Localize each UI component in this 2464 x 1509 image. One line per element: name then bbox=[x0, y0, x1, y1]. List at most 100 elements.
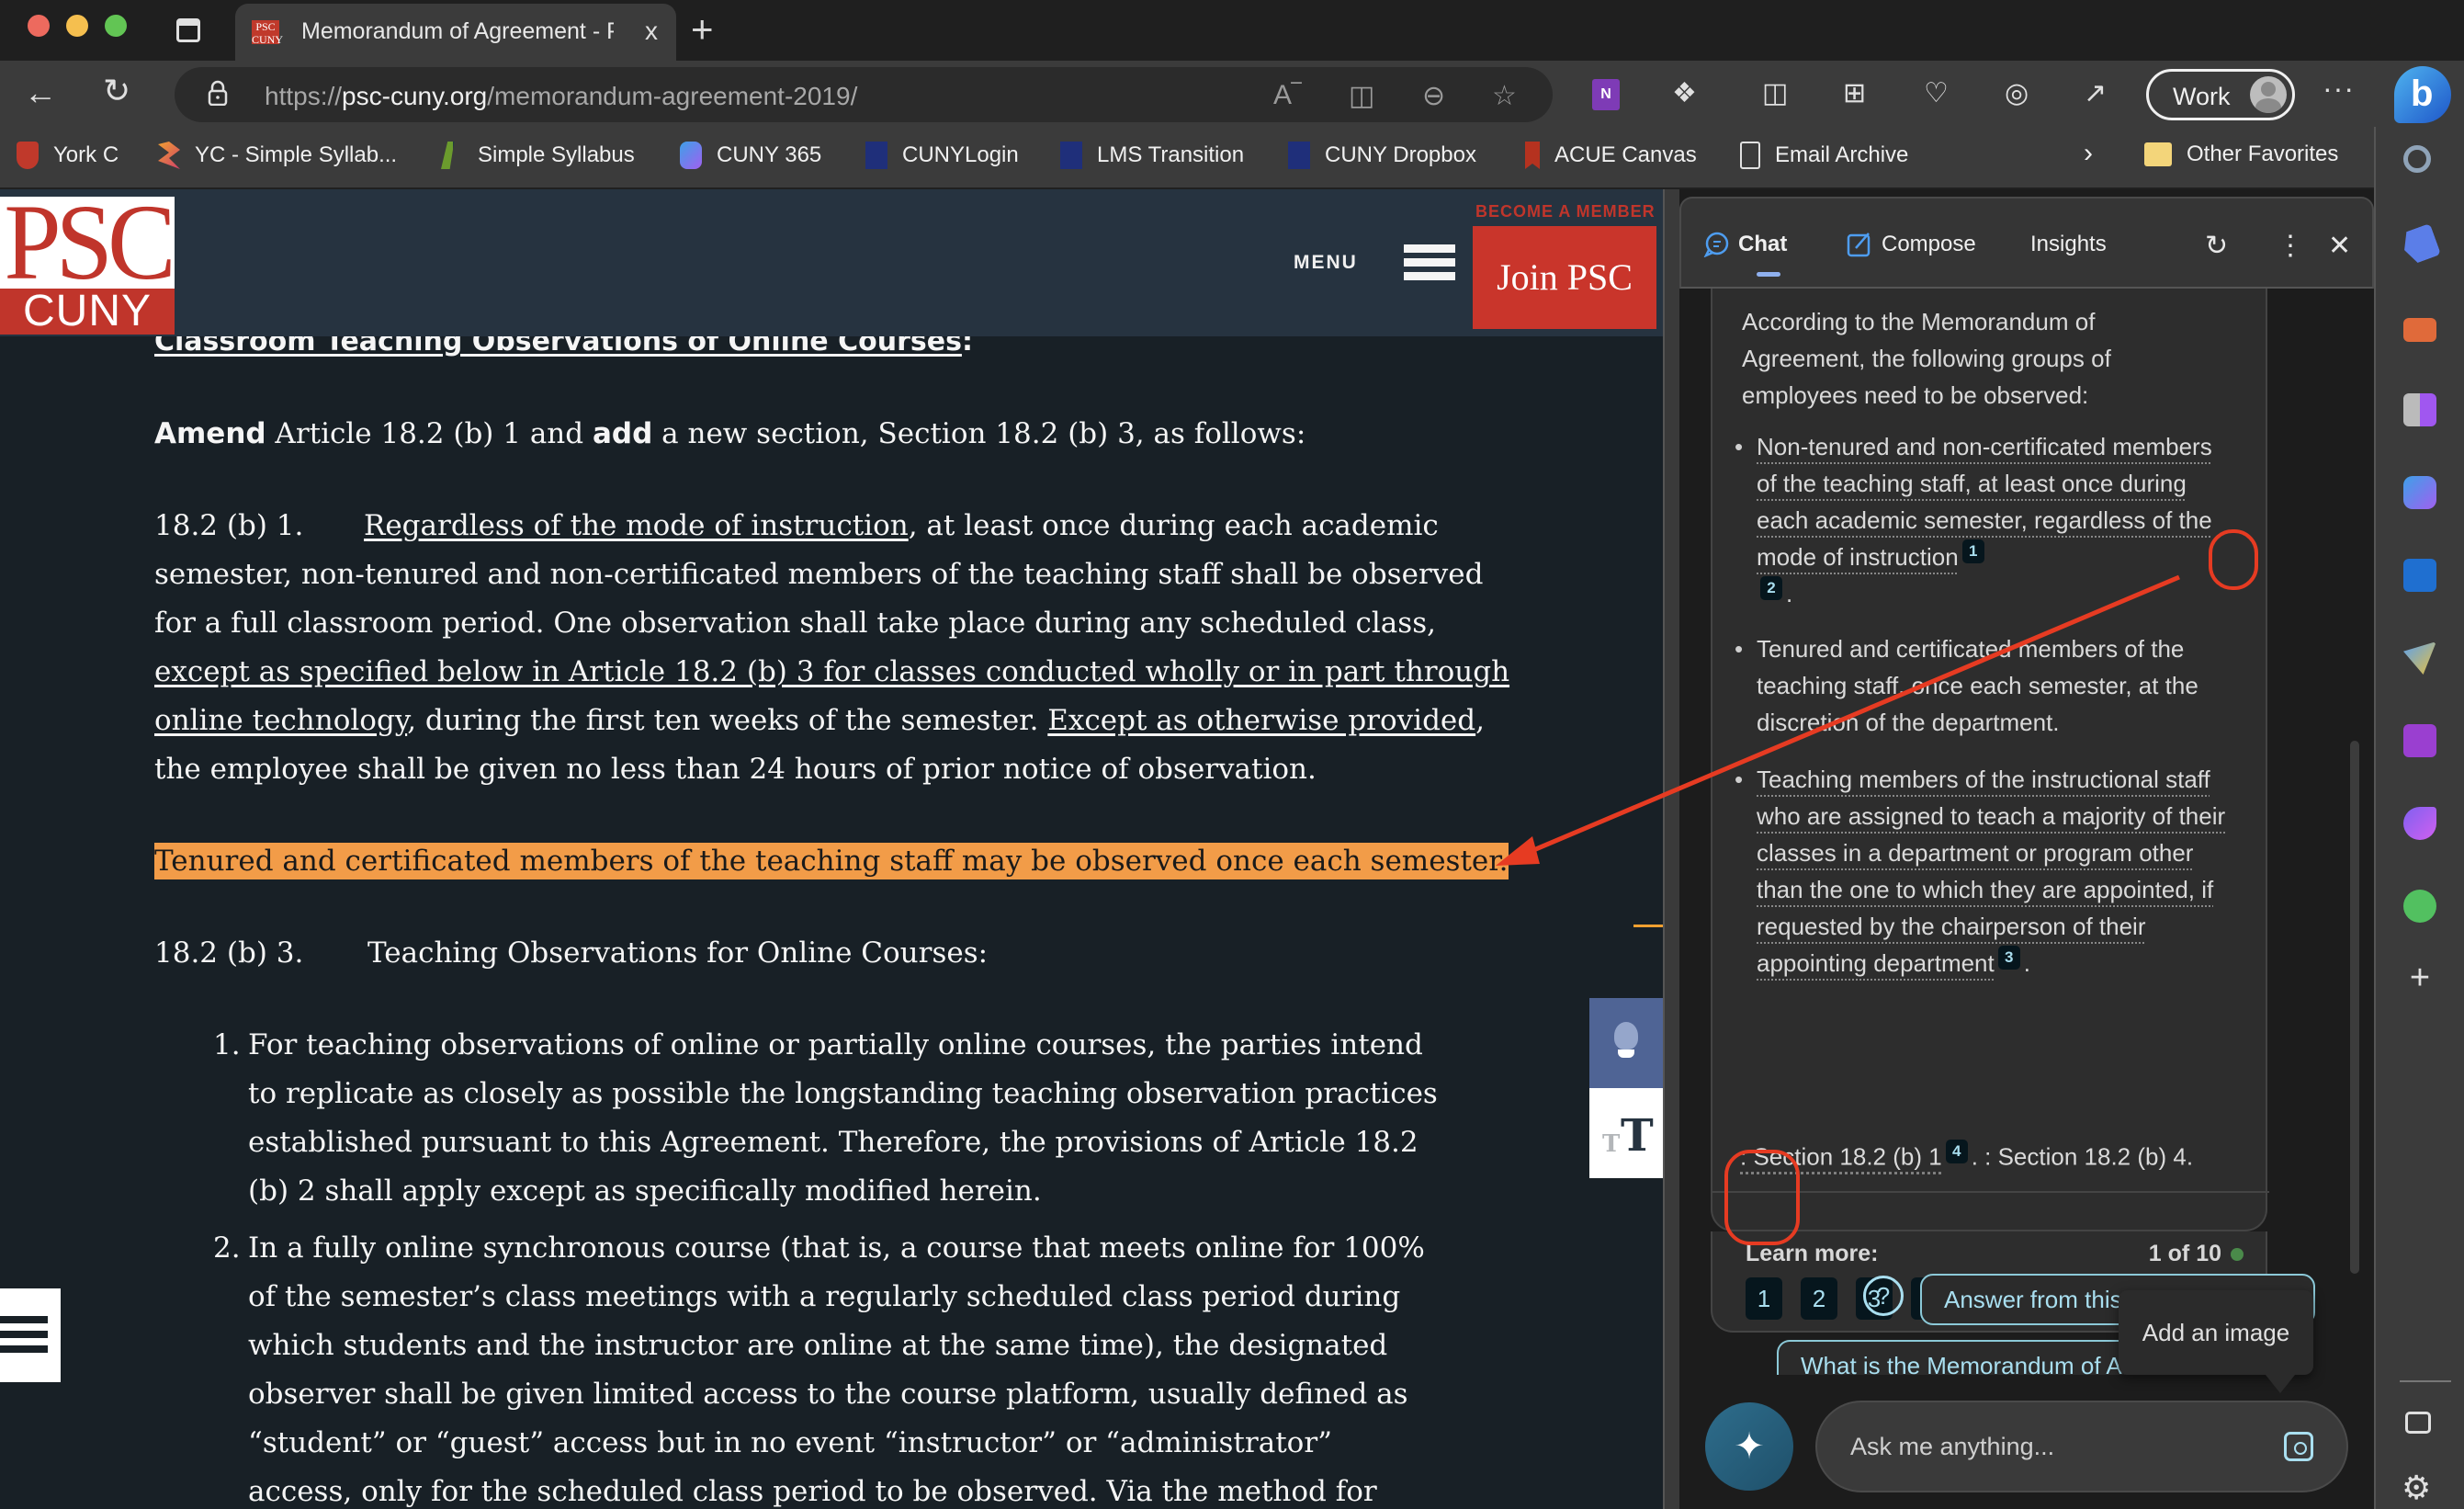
bookmark-simple-syllabus[interactable]: Simple Syllabus bbox=[441, 142, 635, 169]
tab-chat[interactable]: Chat bbox=[1703, 232, 1787, 257]
bookmark-lms-transition[interactable]: LMS Transition bbox=[1060, 142, 1244, 169]
share-icon[interactable]: ↗ bbox=[2084, 77, 2107, 109]
search-icon[interactable] bbox=[2403, 145, 2431, 173]
bookmark-york-c[interactable]: York C bbox=[17, 142, 119, 169]
microsoft-365-icon[interactable] bbox=[2403, 476, 2436, 509]
browser-tab[interactable]: PSC CUNY Memorandum of Agreement - P x bbox=[235, 4, 676, 61]
menu-label[interactable]: MENU bbox=[1294, 252, 1358, 274]
bookmark-other-favorites[interactable]: Other Favorites bbox=[2144, 142, 2338, 167]
favorite-star-icon[interactable]: ☆ bbox=[1492, 80, 1517, 112]
chat-input-box[interactable] bbox=[1815, 1401, 2348, 1492]
bookmark-cuny-dropbox[interactable]: CUNY Dropbox bbox=[1288, 142, 1476, 169]
list-item-line: to replicate as closely as possible the … bbox=[248, 1077, 1438, 1110]
bing-copilot-button[interactable]: b bbox=[2394, 66, 2451, 123]
back-icon[interactable]: ← bbox=[24, 74, 57, 112]
tab-compose[interactable]: Compose bbox=[1847, 232, 1976, 257]
list-item-line: access, only for the scheduled class per… bbox=[248, 1475, 1377, 1508]
chat-scrollbar[interactable] bbox=[2350, 741, 2359, 1274]
simple-syllabus-icon bbox=[441, 142, 455, 169]
vertical-tabs-icon[interactable] bbox=[176, 18, 200, 42]
immersive-reader-icon[interactable]: ◫ bbox=[1349, 80, 1374, 112]
minimize-window-button[interactable] bbox=[66, 15, 88, 37]
split-screen-icon[interactable]: ◫ bbox=[1762, 77, 1788, 109]
divider bbox=[1712, 1191, 2269, 1193]
bookmark-yc-simple-syllabus[interactable]: YC - Simple Syllab... bbox=[158, 142, 397, 169]
collections-icon[interactable]: ⊞ bbox=[1843, 77, 1866, 109]
extensions-icon[interactable]: ❖ bbox=[1672, 77, 1697, 109]
tab-strip: PSC CUNY Memorandum of Agreement - P x + bbox=[0, 0, 2464, 61]
profile-button[interactable]: Work bbox=[2146, 69, 2295, 120]
lightbulb-base bbox=[1618, 1049, 1634, 1058]
tab-insights[interactable]: Insights bbox=[2030, 232, 2107, 257]
source-button-2[interactable]: 2 bbox=[1801, 1277, 1837, 1320]
onenote-icon[interactable] bbox=[2403, 724, 2436, 757]
table-of-contents-button[interactable] bbox=[0, 1288, 61, 1382]
section-line: the employee shall be given no less than… bbox=[154, 753, 1317, 786]
citation-4[interactable]: 4 bbox=[1945, 1140, 1968, 1163]
section-title: Teaching Observations for Online Courses… bbox=[367, 936, 989, 970]
answer-bullet: Teaching members of the instructional st… bbox=[1735, 761, 2234, 981]
bookmark-acue-canvas[interactable]: ACUE Canvas bbox=[1525, 142, 1697, 169]
designer-icon[interactable] bbox=[2403, 807, 2436, 840]
citation-2[interactable]: 2 bbox=[1760, 576, 1782, 601]
outlook-icon[interactable] bbox=[2403, 559, 2436, 592]
close-window-button[interactable] bbox=[28, 15, 50, 37]
citation-3[interactable]: 3 bbox=[1997, 946, 2020, 970]
settings-gear-icon[interactable]: ⚙ bbox=[2402, 1469, 2431, 1507]
hamburger-menu-icon[interactable] bbox=[1404, 244, 1455, 281]
maximize-window-button[interactable] bbox=[105, 15, 127, 37]
refresh-icon[interactable]: ↻ bbox=[2205, 230, 2228, 262]
list-item-line: For teaching observations of online or p… bbox=[248, 1028, 1423, 1061]
learn-more-label: Learn more: bbox=[1746, 1241, 1879, 1266]
scroll-marker bbox=[1633, 925, 1663, 927]
new-topic-broom-button[interactable]: ✦ bbox=[1705, 1402, 1793, 1491]
bookmark-email-archive[interactable]: Email Archive bbox=[1740, 142, 1908, 169]
chat-input[interactable] bbox=[1850, 1426, 2255, 1467]
bookmark-cunylogin[interactable]: CUNYLogin bbox=[865, 142, 1019, 169]
cuny-icon bbox=[865, 142, 887, 169]
bookmarks-overflow-chevron-icon[interactable]: › bbox=[2084, 138, 2093, 169]
browser-essentials-icon[interactable]: ♡ bbox=[1924, 77, 1949, 109]
text-size-button[interactable]: TT bbox=[1589, 1088, 1663, 1178]
address-bar[interactable]: https://psc-cuny.org/memorandum-agreemen… bbox=[175, 67, 1553, 122]
sidebar-resize-handle[interactable] bbox=[1663, 189, 1679, 1509]
hide-sidebar-icon[interactable] bbox=[2405, 1412, 2431, 1434]
accessibility-tools: TT bbox=[1589, 998, 1663, 1178]
rail-divider bbox=[2400, 1380, 2451, 1382]
more-vertical-icon[interactable]: ⋮ bbox=[2277, 230, 2304, 262]
folder-icon bbox=[2144, 142, 2172, 166]
lightbulb-icon bbox=[1614, 1022, 1638, 1049]
section-line: online technology, during the first ten … bbox=[154, 704, 1485, 737]
lock-icon[interactable] bbox=[208, 80, 228, 106]
tips-button[interactable] bbox=[1589, 998, 1663, 1088]
new-tab-button[interactable]: + bbox=[691, 7, 714, 51]
screenshot-icon[interactable]: ◎ bbox=[2005, 77, 2029, 109]
onenote-extension-icon[interactable]: N bbox=[1592, 79, 1620, 110]
question-bubble-icon: ? bbox=[1863, 1276, 1904, 1316]
site-header: PSC CUNY BECOME A MEMBER MENU Join PSC bbox=[0, 189, 1663, 336]
refresh-icon[interactable]: ↻ bbox=[103, 72, 130, 110]
list-item-line: observer shall be given limited access t… bbox=[248, 1378, 1408, 1411]
become-member-link[interactable]: BECOME A MEMBER bbox=[1475, 202, 1656, 221]
source-button-1[interactable]: 1 bbox=[1746, 1277, 1782, 1320]
bookmark-cuny-365[interactable]: CUNY 365 bbox=[680, 142, 821, 169]
url-text[interactable]: https://psc-cuny.org/memorandum-agreemen… bbox=[265, 82, 857, 111]
simple-syllabus-yc-icon bbox=[158, 142, 180, 169]
games-icon[interactable] bbox=[2403, 393, 2436, 426]
york-college-icon bbox=[17, 142, 39, 169]
read-aloud-icon[interactable]: A‾ bbox=[1273, 80, 1301, 111]
citation-1[interactable]: 1 bbox=[1961, 539, 1984, 564]
zoom-out-icon[interactable]: ⊖ bbox=[1422, 80, 1445, 112]
shopping-tag-icon[interactable] bbox=[2399, 223, 2441, 266]
psc-cuny-logo[interactable]: PSC CUNY bbox=[0, 189, 176, 335]
send-icon[interactable] bbox=[2403, 641, 2436, 675]
tools-icon[interactable] bbox=[2403, 318, 2436, 342]
status-dot bbox=[2231, 1248, 2244, 1261]
close-tab-icon[interactable]: x bbox=[645, 17, 658, 46]
more-options-icon[interactable]: ··· bbox=[2323, 72, 2355, 106]
spotify-icon[interactable] bbox=[2403, 890, 2436, 923]
join-psc-button[interactable]: Join PSC bbox=[1473, 226, 1656, 329]
add-image-icon[interactable] bbox=[2284, 1432, 2313, 1461]
close-icon[interactable]: ✕ bbox=[2328, 230, 2351, 262]
add-app-icon[interactable]: + bbox=[2403, 960, 2436, 995]
